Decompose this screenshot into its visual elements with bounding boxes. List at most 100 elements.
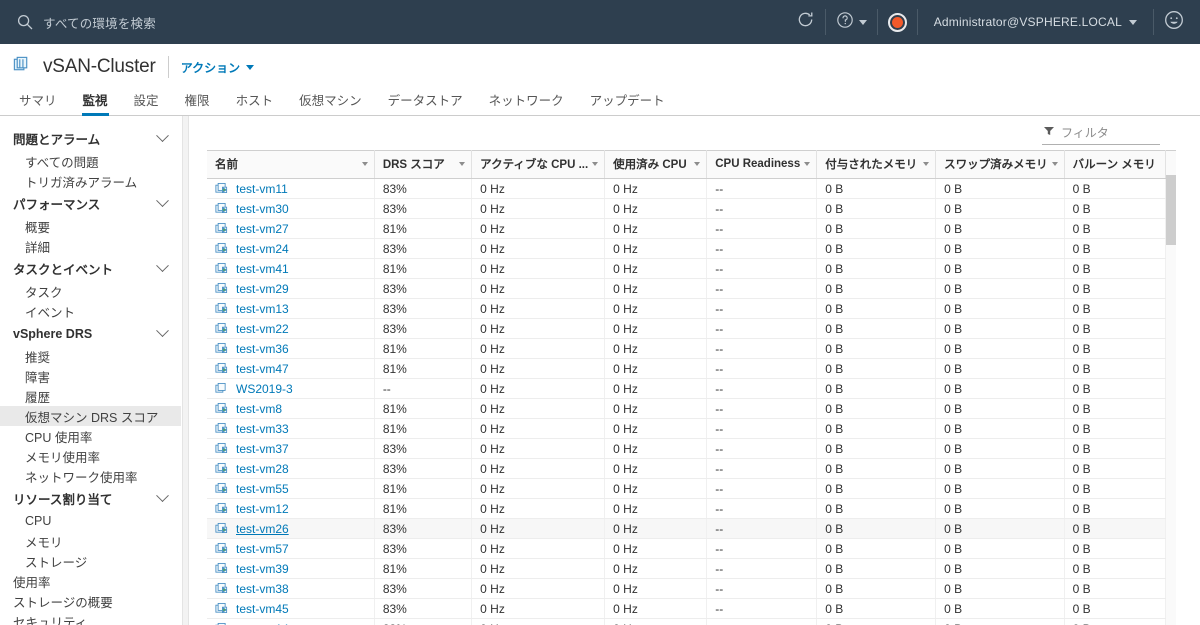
sidebar-item-14[interactable]: CPU 使用率: [0, 426, 181, 446]
sidebar-item-15[interactable]: メモリ使用率: [0, 446, 181, 466]
sidebar-item-16[interactable]: ネットワーク使用率: [0, 466, 181, 486]
sidebar-item-7[interactable]: タスク: [0, 281, 181, 301]
column-header-7[interactable]: バルーン メモリ: [1064, 150, 1167, 179]
sidebar-item-22[interactable]: ストレージの概要: [0, 591, 181, 611]
table-row[interactable]: test-vm55 81% 0 Hz 0 Hz -- 0 B0 B0 B: [207, 478, 1167, 499]
sidebar-item-19[interactable]: メモリ: [0, 531, 181, 551]
column-header-4[interactable]: CPU Readiness: [706, 150, 818, 179]
search-input[interactable]: すべての環境を検索: [43, 13, 156, 32]
vm-name-link[interactable]: test-vm29: [236, 282, 289, 296]
sidebar-scrollbar[interactable]: [182, 116, 189, 625]
sidebar-group-3[interactable]: パフォーマンス: [0, 191, 181, 216]
actions-menu-button[interactable]: アクション: [181, 59, 255, 76]
sidebar-item-2[interactable]: トリガ済みアラーム: [0, 171, 181, 191]
vm-name-link[interactable]: test-vm27: [236, 222, 289, 236]
table-row[interactable]: test-vm26 83% 0 Hz 0 Hz -- 0 B0 B0 B: [207, 518, 1167, 539]
vm-name-link[interactable]: test-vm28: [236, 462, 289, 476]
vm-name-link[interactable]: test-vm26: [236, 522, 289, 536]
vm-name-link[interactable]: test-vm36: [236, 342, 289, 356]
sidebar-item-11[interactable]: 障害: [0, 366, 181, 386]
vm-name-link[interactable]: test-vm22: [236, 322, 289, 336]
tab-3[interactable]: 権限: [172, 94, 223, 116]
tab-5[interactable]: 仮想マシン: [286, 94, 375, 116]
column-header-0[interactable]: 名前: [207, 150, 375, 179]
vm-name-link[interactable]: test-vm45: [236, 602, 289, 616]
vm-name-link[interactable]: test-vm11: [236, 182, 288, 196]
column-header-1[interactable]: DRS スコア: [374, 150, 473, 179]
sidebar-group-6[interactable]: タスクとイベント: [0, 256, 181, 281]
chevron-down-icon[interactable]: [361, 162, 368, 166]
sidebar-item-4[interactable]: 概要: [0, 216, 181, 236]
chevron-down-icon[interactable]: [694, 162, 701, 166]
vm-name-link[interactable]: test-vm47: [236, 362, 289, 376]
vm-name-link[interactable]: test-vm37: [236, 442, 289, 456]
sidebar-group-17[interactable]: リソース割り当て: [0, 486, 181, 511]
sidebar-item-20[interactable]: ストレージ: [0, 551, 181, 571]
vm-name-link[interactable]: test-vm41: [236, 262, 289, 276]
table-row[interactable]: test-vm24 83% 0 Hz 0 Hz -- 0 B0 B0 B: [207, 238, 1167, 259]
vm-name-link[interactable]: test-vm30: [236, 202, 289, 216]
tab-7[interactable]: ネットワーク: [476, 94, 577, 116]
chevron-down-icon[interactable]: [459, 162, 466, 166]
vm-name-link[interactable]: test-vm55: [236, 482, 289, 496]
global-search[interactable]: すべての環境を検索: [0, 13, 788, 32]
sidebar-item-18[interactable]: CPU: [0, 511, 181, 531]
sidebar-item-10[interactable]: 推奨: [0, 346, 181, 366]
sidebar-item-8[interactable]: イベント: [0, 301, 181, 321]
tab-0[interactable]: サマリ: [6, 94, 70, 116]
table-row[interactable]: test-vm45 83% 0 Hz 0 Hz -- 0 B0 B0 B: [207, 598, 1167, 619]
table-row[interactable]: test-vm1483%0 Hz0 Hz--0 B0 B0 B: [207, 618, 1167, 625]
tab-1[interactable]: 監視: [70, 94, 121, 116]
column-header-3[interactable]: 使用済み CPU: [604, 150, 708, 179]
table-row[interactable]: test-vm11 83% 0 Hz 0 Hz -- 0 B0 B0 B: [207, 178, 1167, 199]
column-header-5[interactable]: 付与されたメモリ: [816, 150, 937, 179]
vm-name-link[interactable]: test-vm12: [236, 502, 289, 516]
table-row[interactable]: WS2019-3 -- 0 Hz 0 Hz -- 0 B0 B0 B: [207, 378, 1167, 399]
table-row[interactable]: test-vm30 83% 0 Hz 0 Hz -- 0 B0 B0 B: [207, 198, 1167, 219]
sidebar-item-23[interactable]: セキュリティ: [0, 611, 181, 625]
tab-2[interactable]: 設定: [121, 94, 172, 116]
table-scrollbar-thumb[interactable]: [1166, 175, 1176, 245]
table-row[interactable]: test-vm36 81% 0 Hz 0 Hz -- 0 B0 B0 B: [207, 338, 1167, 359]
table-scrollbar[interactable]: [1166, 150, 1176, 625]
chevron-down-icon[interactable]: [1051, 162, 1058, 166]
table-row[interactable]: test-vm29 83% 0 Hz 0 Hz -- 0 B0 B0 B: [207, 278, 1167, 299]
vm-name-link[interactable]: test-vm57: [236, 542, 289, 556]
filter-field[interactable]: フィルタ: [1042, 121, 1160, 145]
table-row[interactable]: test-vm57 83% 0 Hz 0 Hz -- 0 B0 B0 B: [207, 538, 1167, 559]
column-header-2[interactable]: アクティブな CPU ...: [471, 150, 606, 179]
vm-name-link[interactable]: WS2019-3: [236, 382, 293, 396]
refresh-button[interactable]: [788, 0, 823, 44]
table-row[interactable]: test-vm38 83% 0 Hz 0 Hz -- 0 B0 B0 B: [207, 578, 1167, 599]
table-row[interactable]: test-vm37 83% 0 Hz 0 Hz -- 0 B0 B0 B: [207, 438, 1167, 459]
sidebar-item-21[interactable]: 使用率: [0, 571, 181, 591]
table-row[interactable]: test-vm13 83% 0 Hz 0 Hz -- 0 B0 B0 B: [207, 298, 1167, 319]
vm-name-link[interactable]: test-vm38: [236, 582, 289, 596]
vm-name-link[interactable]: test-vm8: [236, 402, 282, 416]
vm-name-link[interactable]: test-vm14: [236, 622, 289, 625]
table-row[interactable]: test-vm28 83% 0 Hz 0 Hz -- 0 B0 B0 B: [207, 458, 1167, 479]
sidebar-item-13[interactable]: 仮想マシン DRS スコア: [0, 406, 181, 426]
table-row[interactable]: test-vm47 81% 0 Hz 0 Hz -- 0 B0 B0 B: [207, 358, 1167, 379]
vm-name-link[interactable]: test-vm24: [236, 242, 289, 256]
table-row[interactable]: test-vm8 81% 0 Hz 0 Hz -- 0 B0 B0 B: [207, 398, 1167, 419]
feedback-button[interactable]: [1156, 0, 1200, 44]
record-button[interactable]: [880, 0, 915, 44]
tab-8[interactable]: アップデート: [577, 94, 678, 116]
filter-input[interactable]: フィルタ: [1061, 124, 1109, 141]
vm-name-link[interactable]: test-vm39: [236, 562, 289, 576]
help-menu-button[interactable]: [828, 0, 875, 44]
sidebar-item-12[interactable]: 履歴: [0, 386, 181, 406]
sidebar-item-1[interactable]: すべての問題: [0, 151, 181, 171]
chevron-down-icon[interactable]: [923, 162, 930, 166]
vm-name-link[interactable]: test-vm33: [236, 422, 289, 436]
table-row[interactable]: test-vm22 83% 0 Hz 0 Hz -- 0 B0 B0 B: [207, 318, 1167, 339]
column-header-6[interactable]: スワップ済みメモリ: [935, 150, 1065, 179]
user-menu-button[interactable]: Administrator@VSPHERE.LOCAL: [920, 15, 1151, 29]
table-row[interactable]: test-vm12 81% 0 Hz 0 Hz -- 0 B0 B0 B: [207, 498, 1167, 519]
tab-4[interactable]: ホスト: [223, 94, 287, 116]
table-row[interactable]: test-vm41 81% 0 Hz 0 Hz -- 0 B0 B0 B: [207, 258, 1167, 279]
chevron-down-icon[interactable]: [804, 162, 811, 166]
tab-6[interactable]: データストア: [375, 94, 476, 116]
chevron-down-icon[interactable]: [592, 162, 599, 166]
